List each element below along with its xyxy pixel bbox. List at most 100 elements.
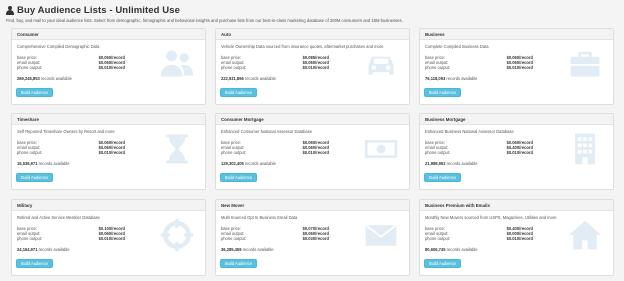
records-available: 129,302,405 records available	[221, 161, 276, 166]
user-icon	[6, 5, 14, 15]
audience-card-auto: Auto Vehicle Ownership Data sourced from…	[215, 28, 410, 105]
phone-output-label: phone output:	[17, 236, 43, 241]
phone-output-row: phone output: $0.010/record	[17, 236, 125, 241]
price-list: base price: $0.050/record email output: $0…	[17, 55, 125, 70]
phone-output-row: phone output: $0.010/record	[221, 65, 329, 70]
records-label: records available	[244, 76, 276, 81]
card-body: Monthly New Movers sourced from USPS, Ma…	[420, 211, 613, 275]
home-icon	[567, 217, 603, 253]
price-list: base price: $0.400/record email output: $0…	[425, 226, 533, 241]
card-title: Military	[17, 202, 33, 208]
price-list: base price: $0.060/record email output: $0…	[425, 55, 533, 70]
phone-output-row: phone output: $0.010/record	[425, 150, 533, 155]
records-available: 269,245,853 records available	[17, 76, 72, 81]
records-count: 21,988,952	[425, 161, 446, 166]
build-audience-button[interactable]: Build Audience	[424, 88, 461, 97]
card-header: Consumer	[12, 29, 205, 40]
phone-output-label: phone output:	[425, 65, 451, 70]
phone-output-label: phone output:	[17, 150, 43, 155]
phone-output-label: phone output:	[425, 150, 451, 155]
phone-output-value: $0.010/record	[98, 65, 125, 70]
page-subtitle: Find, buy, and mail to your ideal audien…	[6, 18, 403, 23]
card-header: Business Premium with Emails	[420, 200, 613, 211]
card-body: Vehicle Ownership Data sourced from insu…	[216, 40, 409, 104]
card-header: Business Mortgage	[420, 114, 613, 125]
price-list: base price: $0.070/record email output: $0…	[221, 226, 329, 241]
records-available: 80,606,745 records available	[425, 247, 478, 252]
card-header: Timeshare	[12, 114, 205, 125]
build-audience-button[interactable]: Build Audience	[424, 173, 461, 182]
page-title: Buy Audience Lists - Unlimited Use	[17, 4, 180, 16]
card-title: Business Mortgage	[425, 116, 466, 122]
phone-output-label: phone output:	[221, 236, 247, 241]
audience-card-new-mover: New Mover Multi Sourced Opt In Business …	[215, 199, 410, 276]
records-available: 76,118,093 records available	[425, 76, 477, 81]
card-body: Multi Sourced Opt In Business Email Data…	[216, 211, 409, 275]
audience-card-business-premium-with-emails: Business Premium with Emails Monthly New…	[419, 199, 614, 276]
audience-card-timeshare: Timeshare Self Reported Timeshare Owners…	[11, 113, 206, 190]
records-label: records available	[446, 76, 478, 81]
phone-output-value: $0.010/record	[302, 65, 329, 70]
phone-output-value: $0.010/record	[506, 150, 533, 155]
audience-card-consumer: Consumer Comprehensive Compiled Demograp…	[11, 28, 206, 105]
phone-output-label: phone output:	[425, 236, 451, 241]
briefcase-icon	[567, 46, 603, 82]
records-label: records available	[446, 247, 478, 252]
audience-card-business-mortgage: Business Mortgage Enhanced Business Nati…	[419, 113, 614, 190]
audience-card-grid: Consumer Comprehensive Compiled Demograp…	[11, 28, 614, 276]
phone-output-row: phone output: $0.010/record	[221, 150, 329, 155]
build-audience-button[interactable]: Build Audience	[16, 88, 53, 97]
records-available: 24,164,971 records available	[17, 247, 70, 252]
phone-output-value: $0.010/record	[506, 236, 533, 241]
card-header: Consumer Mortgage	[216, 114, 409, 125]
build-audience-button[interactable]: Build Audience	[424, 259, 461, 268]
card-title: New Mover	[221, 202, 245, 208]
page-header: Buy Audience Lists - Unlimited Use	[6, 4, 180, 16]
card-body: Complete Compiled Business Data base pri…	[420, 40, 613, 104]
phone-output-value: $0.010/record	[98, 236, 125, 241]
phone-output-label: phone output:	[221, 150, 247, 155]
hourglass-icon	[159, 131, 195, 167]
records-label: records available	[38, 161, 70, 166]
build-audience-button[interactable]: Build Audience	[16, 259, 53, 268]
card-body: Self Reported Timeshare Owners by Resort…	[12, 125, 205, 189]
price-list: base price: $0.060/record email output: $0…	[221, 140, 329, 155]
envelope-icon	[363, 217, 399, 253]
audience-card-consumer-mortgage: Consumer Mortgage Enhanced Consumer Nati…	[215, 113, 410, 190]
building-icon	[567, 131, 603, 167]
records-available: 36,285,459 records available	[221, 247, 274, 252]
records-available: 21,988,952 records available	[425, 161, 478, 166]
card-body: Enhanced Business National Assessor Data…	[420, 125, 613, 189]
card-title: Timeshare	[17, 116, 39, 122]
build-audience-button[interactable]: Build Audience	[220, 173, 257, 182]
phone-output-row: phone output: $0.010/record	[425, 236, 533, 241]
card-title: Auto	[221, 31, 231, 37]
records-count: 222,931,866	[221, 76, 244, 81]
users-icon	[159, 46, 195, 82]
records-count: 129,302,405	[221, 161, 244, 166]
phone-output-row: phone output: $0.010/record	[17, 65, 125, 70]
phone-output-label: phone output:	[221, 65, 247, 70]
records-available: 222,931,866 records available	[221, 76, 276, 81]
records-count: 80,606,745	[425, 247, 446, 252]
build-audience-button[interactable]: Build Audience	[220, 88, 257, 97]
phone-output-value: $0.010/record	[302, 150, 329, 155]
price-list: base price: $0.100/record email output: $0…	[17, 226, 125, 241]
money-icon	[363, 131, 399, 167]
build-audience-button[interactable]: Build Audience	[220, 259, 257, 268]
records-count: 36,285,459	[221, 247, 242, 252]
records-count: 15,536,971	[17, 161, 38, 166]
crosshair-icon	[159, 217, 195, 253]
price-list: base price: $0.085/record email output: $0…	[221, 55, 329, 70]
records-count: 76,118,093	[425, 76, 446, 81]
card-header: Business	[420, 29, 613, 40]
card-title: Consumer	[17, 31, 39, 37]
phone-output-value: $0.010/record	[98, 150, 125, 155]
card-title: Business Premium with Emails	[425, 202, 490, 208]
phone-output-label: phone output:	[17, 65, 43, 70]
card-body: Comprehensive Compiled Demographic Data …	[12, 40, 205, 104]
car-icon	[363, 46, 399, 82]
records-label: records available	[242, 247, 274, 252]
card-header: New Mover	[216, 200, 409, 211]
build-audience-button[interactable]: Build Audience	[16, 173, 53, 182]
